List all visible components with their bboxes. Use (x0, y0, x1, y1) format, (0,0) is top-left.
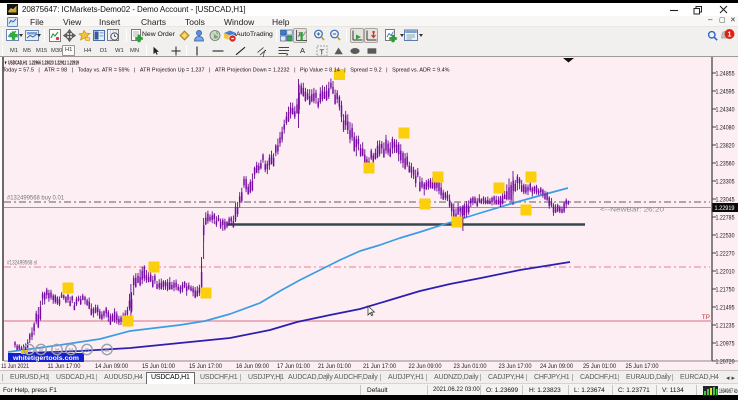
svg-text:M: M (27, 348, 31, 354)
svg-text:1.23045: 1.23045 (716, 197, 736, 203)
svg-text:M: M (69, 348, 73, 354)
svg-text:1.23305: 1.23305 (716, 179, 736, 185)
svg-text:TP: TP (702, 314, 710, 321)
svg-text:1.20720: 1.20720 (716, 359, 736, 365)
svg-text:1.22530: 1.22530 (716, 233, 736, 239)
svg-text:1.24080: 1.24080 (716, 125, 736, 131)
svg-text:1.21495: 1.21495 (716, 305, 736, 311)
svg-text:#132499568 buy 0.01: #132499568 buy 0.01 (7, 196, 65, 202)
svg-text:D: D (85, 348, 89, 354)
svg-text:16949/67 kb: 16949/67 kb (719, 389, 738, 395)
svg-text:1.21235: 1.21235 (716, 323, 736, 329)
svg-text:H: H (55, 348, 59, 354)
svg-text:whitetigertools.com: whitetigertools.com (12, 355, 79, 362)
svg-text:1.21750: 1.21750 (716, 287, 736, 293)
svg-text:1.24595: 1.24595 (716, 89, 736, 95)
svg-text:1.22010: 1.22010 (716, 269, 736, 275)
svg-text:1.20975: 1.20975 (716, 341, 736, 347)
svg-text:#132499568 sl: #132499568 sl (7, 261, 37, 267)
svg-text:1.23820: 1.23820 (716, 143, 736, 149)
svg-text:Today = 57.5 | ATR = 98: Today = 57.5 | ATR = 98 | Today vs. ATR … (3, 68, 450, 74)
svg-text:1.24855: 1.24855 (716, 71, 736, 77)
svg-text:W: W (105, 348, 110, 354)
svg-text:▼ USDCAD,H1 1.22966 1.23023 1: ▼ USDCAD,H1 1.22966 1.23023 1.22911 1.22… (4, 61, 79, 67)
svg-text:1.24340: 1.24340 (716, 107, 736, 113)
svg-text:<--NewBar: 26:20: <--NewBar: 26:20 (600, 208, 665, 214)
svg-text:1.22270: 1.22270 (716, 251, 736, 257)
svg-text:1.22919: 1.22919 (715, 205, 735, 212)
svg-text:W: W (39, 348, 44, 354)
svg-text:1.22785: 1.22785 (716, 215, 736, 221)
svg-text:1.23560: 1.23560 (716, 161, 736, 167)
